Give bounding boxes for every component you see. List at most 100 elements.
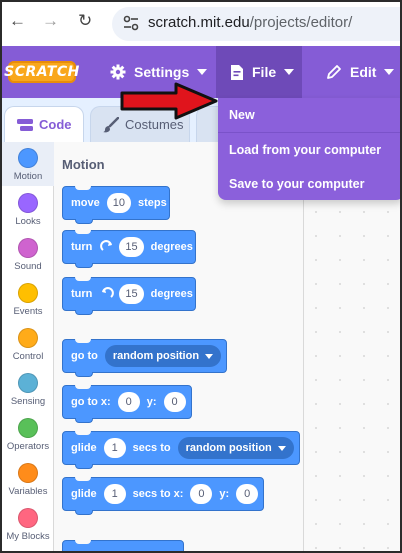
browser-toolbar: ← → ↻ scratch.mit.edu/projects/editor/ [2,2,400,46]
my-blocks-dot-icon [18,508,38,528]
menu-divider [218,132,400,133]
operators-dot-icon [18,418,38,438]
seconds-input[interactable]: 1 [103,484,126,504]
site-info-icon[interactable] [122,14,140,32]
code-blocks-icon [17,118,33,131]
motion-dot-icon [18,148,38,168]
code-workspace[interactable] [304,200,400,551]
target-dropdown[interactable]: random position [177,437,294,459]
gear-icon [110,64,126,80]
category-label: Sensing [10,396,46,407]
menu-item-save[interactable]: Save to your computer [229,177,364,191]
category-label: Looks [15,216,41,227]
category-events[interactable]: Events [2,283,54,317]
block-go-to-xy[interactable]: go to x: 0 y: 0 [62,385,192,423]
palette-section-title: Motion [62,157,105,172]
block-text: move [71,197,100,209]
sound-dot-icon [18,238,38,258]
degrees-input[interactable]: 15 [119,237,144,257]
reload-icon[interactable]: ↻ [78,12,92,29]
chevron-down-icon [197,69,208,75]
x-input[interactable]: 0 [190,484,213,504]
block-text: secs to x: [132,488,184,500]
category-label: Motion [13,171,43,182]
chevron-down-icon [277,445,286,451]
block-turn-right[interactable]: turn 15 degrees [62,230,196,268]
block-glide-to[interactable]: glide 1 secs to random position [62,431,300,469]
screenshot-frame: ← → ↻ scratch.mit.edu/projects/editor/ S… [0,0,402,553]
block-text: y: [219,488,230,500]
block-text: go to x: [71,396,111,408]
block-text: go to [71,350,98,362]
edit-menu[interactable]: Edit [326,46,395,98]
category-my-blocks[interactable]: My Blocks [2,508,54,542]
category-label: Control [12,351,44,362]
file-icon [231,64,243,80]
target-dropdown[interactable]: random position [104,345,222,367]
tab-code-label: Code [39,117,72,132]
block-move-steps[interactable]: move 10 steps [62,186,170,224]
block-text: turn [71,241,93,253]
block-text: glide [71,488,97,500]
url-domain: scratch.mit.edu [148,14,250,31]
block-turn-left[interactable]: turn 15 degrees [62,277,196,315]
dropdown-value: random position [185,442,272,454]
chevron-down-icon [384,69,395,75]
rotate-clockwise-icon [100,240,113,251]
category-control[interactable]: Control [2,328,54,362]
annotation-arrow-icon [120,82,218,120]
block-text: degrees [150,288,193,300]
url-path: /projects/editor/ [249,14,353,31]
x-input[interactable]: 0 [117,392,140,412]
category-label: Operators [6,441,50,452]
events-dot-icon [18,283,38,303]
seconds-input[interactable]: 1 [103,438,126,458]
category-label: Events [13,306,43,317]
steps-input[interactable]: 10 [106,193,131,213]
control-dot-icon [18,328,38,348]
block-partial-next[interactable] [62,540,184,551]
block-text: y: [146,396,157,408]
degrees-input[interactable]: 15 [119,284,144,304]
pencil-icon [327,65,341,79]
sensing-dot-icon [18,373,38,393]
category-variables[interactable]: Variables [2,463,54,497]
menu-item-load[interactable]: Load from your computer [229,143,381,157]
chevron-down-icon [205,353,214,359]
category-sensing[interactable]: Sensing [2,373,54,407]
chevron-down-icon [284,69,295,75]
category-label: Sound [14,261,42,272]
category-sound[interactable]: Sound [2,238,54,272]
block-go-to[interactable]: go to random position [62,339,228,377]
category-motion[interactable]: Motion [2,142,54,186]
looks-dot-icon [18,193,38,213]
back-arrow-icon[interactable]: ← [9,12,26,29]
variables-dot-icon [18,463,38,483]
dropdown-value: random position [112,350,200,362]
y-input[interactable]: 0 [163,392,186,412]
block-categories: Motion Looks Sound Events Control Sensin… [2,142,54,551]
block-text: degrees [150,241,193,253]
file-menu[interactable]: File [216,46,302,98]
category-looks[interactable]: Looks [2,193,54,227]
forward-arrow-icon[interactable]: → [42,12,59,29]
category-label: Variables [8,486,48,497]
category-label: My Blocks [6,531,50,542]
scratch-logo[interactable]: SCRATCH [4,61,79,83]
file-label: File [252,64,277,80]
block-text: steps [138,197,167,209]
edit-label: Edit [350,64,377,80]
rotate-counterclockwise-icon [102,287,115,298]
url-text[interactable]: scratch.mit.edu/projects/editor/ [148,14,352,31]
category-operators[interactable]: Operators [2,418,54,452]
tab-code[interactable]: Code [4,106,84,142]
brush-icon [103,116,119,132]
block-text: glide [71,442,97,454]
menu-item-new[interactable]: New [229,108,255,122]
block-glide-to-xy[interactable]: glide 1 secs to x: 0 y: 0 [62,477,265,515]
settings-label: Settings [134,64,190,80]
file-dropdown-menu: New Load from your computer Save to your… [218,98,400,200]
y-input[interactable]: 0 [236,484,259,504]
block-text: turn [71,288,93,300]
block-text: secs to [132,442,171,454]
